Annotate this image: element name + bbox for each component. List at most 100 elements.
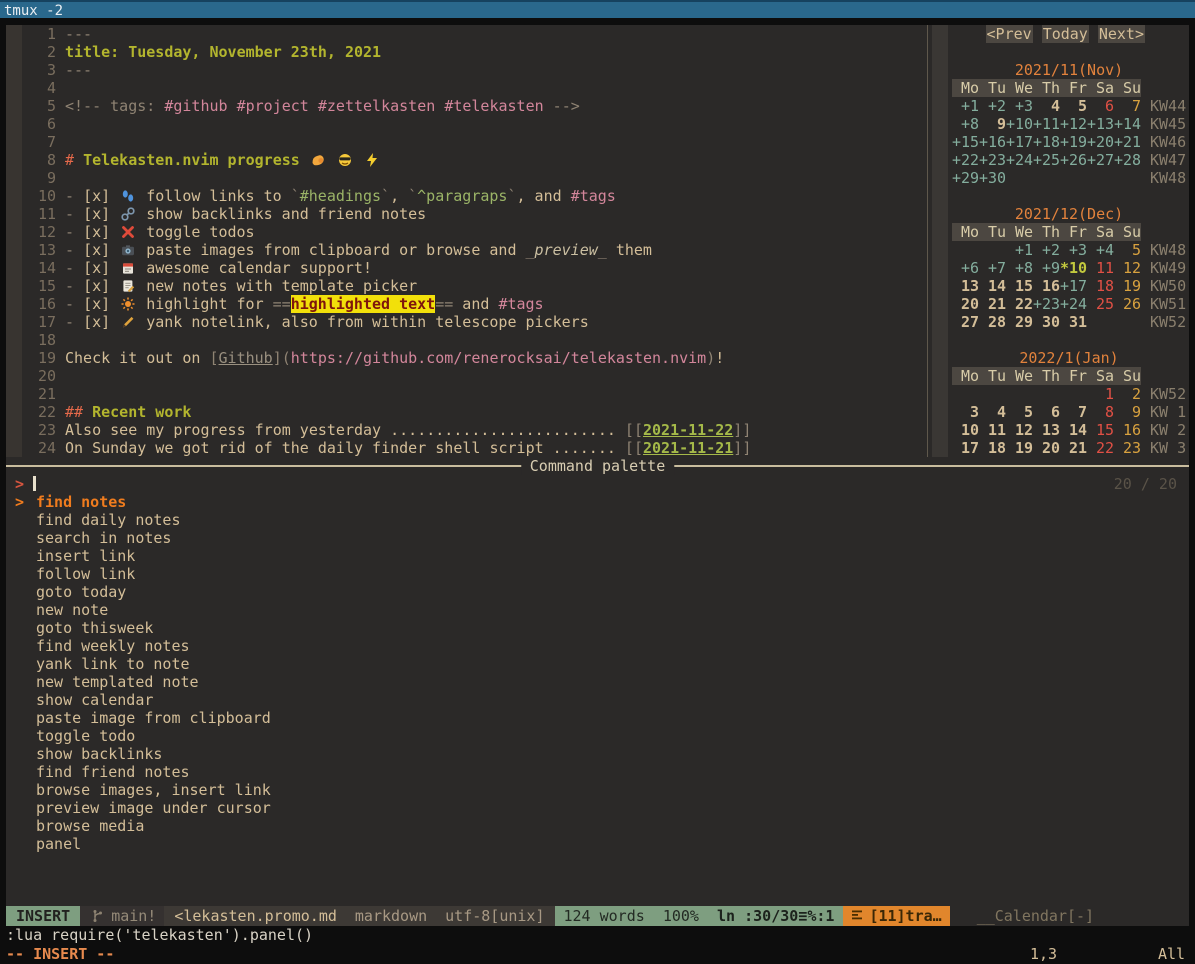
calendar-day[interactable]: +24: [1006, 151, 1033, 169]
calendar-day[interactable]: 5: [1060, 97, 1087, 115]
palette-prompt-row[interactable]: > 20 / 20: [6, 475, 1189, 493]
calendar-day[interactable]: +11: [1033, 115, 1060, 133]
editor-line[interactable]: 12- [x] toggle todos: [22, 223, 923, 241]
palette-item[interactable]: panel: [6, 835, 1189, 853]
next-button[interactable]: Next>: [1098, 25, 1145, 43]
calendar-day[interactable]: 8: [1087, 403, 1114, 421]
window-separator[interactable]: [923, 25, 932, 457]
calendar-day[interactable]: 19: [1114, 277, 1141, 295]
calendar-day[interactable]: 30: [1033, 313, 1060, 331]
calendar-day[interactable]: 1: [1087, 385, 1114, 403]
calendar-day[interactable]: +14: [1114, 115, 1141, 133]
calendar-day[interactable]: 7: [1114, 97, 1141, 115]
calendar-day[interactable]: 5: [1114, 241, 1141, 259]
palette-item[interactable]: insert link: [6, 547, 1189, 565]
editor-line[interactable]: 10- [x] follow links to `#headings`, `^p…: [22, 187, 923, 205]
calendar-day[interactable]: +12: [1060, 115, 1087, 133]
calendar-day[interactable]: +6: [952, 259, 979, 277]
editor-line[interactable]: 21: [22, 385, 923, 403]
prev-button[interactable]: <Prev: [986, 25, 1033, 43]
editor-line[interactable]: 11- [x] show backlinks and friend notes: [22, 205, 923, 223]
calendar-day[interactable]: +22: [952, 151, 979, 169]
palette-item[interactable]: find friend notes: [6, 763, 1189, 781]
editor-line[interactable]: 16- [x] highlight for ==highlighted text…: [22, 295, 923, 313]
editor-line[interactable]: 1---: [22, 25, 923, 43]
calendar-day[interactable]: +30: [979, 169, 1006, 187]
calendar-day[interactable]: 13: [952, 277, 979, 295]
calendar-day[interactable]: 12: [1114, 259, 1141, 277]
palette-item[interactable]: search in notes: [6, 529, 1189, 547]
calendar-day[interactable]: +1: [1006, 241, 1033, 259]
palette-item[interactable]: show backlinks: [6, 745, 1189, 763]
editor-line[interactable]: 13- [x] paste images from clipboard or b…: [22, 241, 923, 259]
calendar-day[interactable]: +23: [1033, 295, 1060, 313]
editor-line[interactable]: 9: [22, 169, 923, 187]
calendar-day[interactable]: 16: [1033, 277, 1060, 295]
palette-item[interactable]: show calendar: [6, 691, 1189, 709]
editor-line[interactable]: 24On Sunday we got rid of the daily find…: [22, 439, 923, 457]
editor-line[interactable]: 8# Telekasten.nvim progress: [22, 151, 923, 169]
calendar-day[interactable]: +23: [979, 151, 1006, 169]
calendar-day[interactable]: 11: [1087, 259, 1114, 277]
calendar-day[interactable]: 22: [1087, 439, 1114, 457]
palette-item[interactable]: follow link: [6, 565, 1189, 583]
calendar-day[interactable]: +2: [979, 97, 1006, 115]
calendar-day[interactable]: +4: [1087, 241, 1114, 259]
calendar-day[interactable]: +25: [1033, 151, 1060, 169]
calendar-day[interactable]: 28: [979, 313, 1006, 331]
calendar-day[interactable]: 6: [1033, 403, 1060, 421]
calendar-day[interactable]: +16: [979, 133, 1006, 151]
calendar-day[interactable]: +24: [1060, 295, 1087, 313]
editor-line[interactable]: 22## Recent work: [22, 403, 923, 421]
calendar-day[interactable]: 17: [952, 439, 979, 457]
palette-item[interactable]: toggle todo: [6, 727, 1189, 745]
editor-line[interactable]: 4: [22, 79, 923, 97]
calendar-day[interactable]: 4: [1033, 97, 1060, 115]
palette-item[interactable]: browse images, insert link: [6, 781, 1189, 799]
calendar-day[interactable]: +18: [1033, 133, 1060, 151]
calendar-day[interactable]: +15: [952, 133, 979, 151]
calendar-day[interactable]: +8: [1006, 259, 1033, 277]
calendar-day[interactable]: 20: [1033, 439, 1060, 457]
command-line[interactable]: :lua require('telekasten').panel(): [0, 926, 1195, 945]
calendar-day[interactable]: 13: [1033, 421, 1060, 439]
calendar-day[interactable]: 2: [1114, 385, 1141, 403]
calendar-window[interactable]: <PrevTodayNext>2021/11(Nov)MoTuWeThFrSaS…: [932, 25, 1189, 457]
calendar-day[interactable]: 9: [979, 115, 1006, 133]
calendar-day[interactable]: 20: [952, 295, 979, 313]
calendar-day[interactable]: 14: [1060, 421, 1087, 439]
calendar-day[interactable]: 18: [979, 439, 1006, 457]
calendar-day[interactable]: 12: [1006, 421, 1033, 439]
today-button[interactable]: Today: [1042, 25, 1089, 43]
palette-item[interactable]: browse media: [6, 817, 1189, 835]
calendar-day[interactable]: 27: [952, 313, 979, 331]
calendar-day[interactable]: 3: [952, 403, 979, 421]
editor-line[interactable]: 5<!-- tags: #github #project #zettelkast…: [22, 97, 923, 115]
editor-line[interactable]: 7: [22, 133, 923, 151]
palette-item[interactable]: new templated note: [6, 673, 1189, 691]
calendar-day[interactable]: 11: [979, 421, 1006, 439]
calendar-day[interactable]: 14: [979, 277, 1006, 295]
palette-item[interactable]: find daily notes: [6, 511, 1189, 529]
calendar-day[interactable]: +3: [1060, 241, 1087, 259]
calendar-day[interactable]: +9: [1033, 259, 1060, 277]
calendar-day[interactable]: +27: [1087, 151, 1114, 169]
calendar-day[interactable]: 9: [1114, 403, 1141, 421]
calendar-day[interactable]: 6: [1087, 97, 1114, 115]
calendar-day[interactable]: +2: [1033, 241, 1060, 259]
calendar-day[interactable]: 22: [1006, 295, 1033, 313]
editor-line[interactable]: 2title: Tuesday, November 23th, 2021: [22, 43, 923, 61]
calendar-day[interactable]: +26: [1060, 151, 1087, 169]
palette-item[interactable]: preview image under cursor: [6, 799, 1189, 817]
calendar-day[interactable]: 23: [1114, 439, 1141, 457]
editor-line[interactable]: 19Check it out on [Github](https://githu…: [22, 349, 923, 367]
palette-item[interactable]: new note: [6, 601, 1189, 619]
calendar-day[interactable]: +1: [952, 97, 979, 115]
calendar-day[interactable]: 16: [1114, 421, 1141, 439]
calendar-day[interactable]: +20: [1087, 133, 1114, 151]
calendar-day[interactable]: *10: [1060, 259, 1087, 277]
palette-item[interactable]: find weekly notes: [6, 637, 1189, 655]
calendar-day[interactable]: +7: [979, 259, 1006, 277]
calendar-day[interactable]: +13: [1087, 115, 1114, 133]
editor-line[interactable]: 20: [22, 367, 923, 385]
